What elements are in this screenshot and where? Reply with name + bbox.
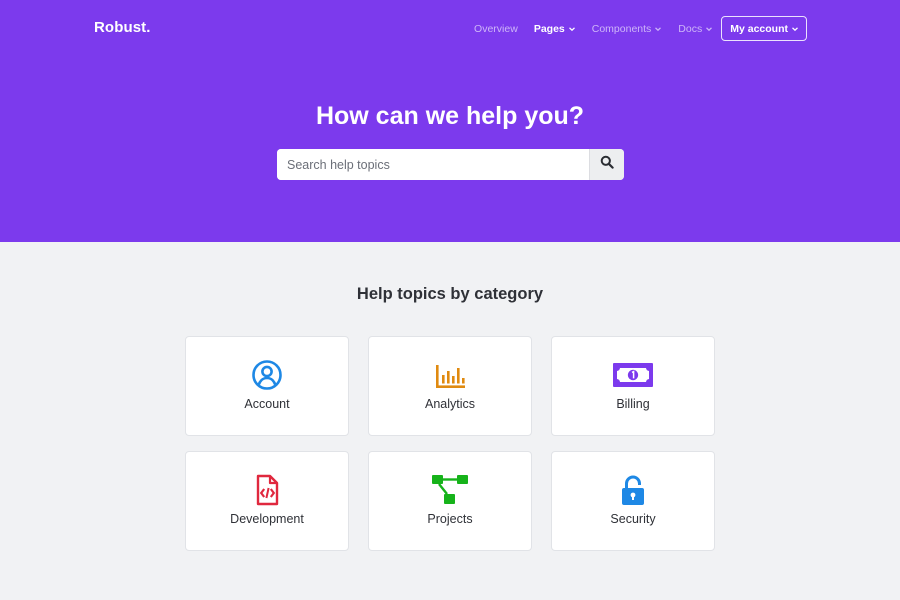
category-card-security[interactable]: Security [551, 451, 715, 551]
brand-logo[interactable]: Robust. [94, 19, 151, 36]
unlock-icon [552, 474, 714, 506]
category-label: Security [610, 512, 656, 526]
my-account-button[interactable]: My account [721, 16, 807, 41]
category-label: Analytics [424, 397, 476, 411]
chevron-down-icon [568, 25, 576, 33]
category-label: Account [244, 397, 290, 411]
nav-item-label: Overview [474, 22, 518, 35]
category-label: Development [230, 512, 304, 526]
bar-chart-icon [369, 359, 531, 391]
nav-menu: Overview Pages Components Docs My accoun… [458, 16, 807, 41]
search-button[interactable] [589, 149, 624, 180]
search-bar [277, 149, 624, 180]
banknote-icon [552, 359, 714, 391]
category-card-analytics[interactable]: Analytics [368, 336, 532, 436]
user-circle-icon [186, 359, 348, 391]
nav-item-pages[interactable]: Pages [534, 23, 576, 35]
section-title: Help topics by category [356, 285, 544, 303]
chevron-down-icon [654, 25, 662, 33]
category-card-development[interactable]: Development [185, 451, 349, 551]
code-file-icon [186, 474, 348, 506]
page-title: How can we help you? [315, 102, 585, 130]
top-navbar: Robust. Overview Pages Components Docs M… [0, 0, 900, 56]
category-card-billing[interactable]: Billing [551, 336, 715, 436]
nav-item-docs[interactable]: Docs [678, 23, 713, 35]
nav-item-components[interactable]: Components [592, 23, 663, 35]
category-label: Projects [427, 512, 473, 526]
chevron-down-icon [791, 25, 799, 33]
nav-item-label: Docs [678, 22, 703, 35]
category-card-projects[interactable]: Projects [368, 451, 532, 551]
category-label: Billing [616, 397, 650, 411]
nav-item-label: Components [591, 22, 652, 35]
category-card-account[interactable]: Account [185, 336, 349, 436]
nav-item-overview[interactable]: Overview [474, 23, 518, 35]
my-account-label: My account [730, 22, 788, 35]
hero-banner: Robust. Overview Pages Components Docs M… [0, 0, 900, 242]
search-icon [600, 155, 614, 174]
flow-chart-icon [369, 474, 531, 506]
chevron-down-icon [705, 25, 713, 33]
nav-item-label: Pages [533, 22, 565, 35]
search-input[interactable] [277, 149, 589, 180]
